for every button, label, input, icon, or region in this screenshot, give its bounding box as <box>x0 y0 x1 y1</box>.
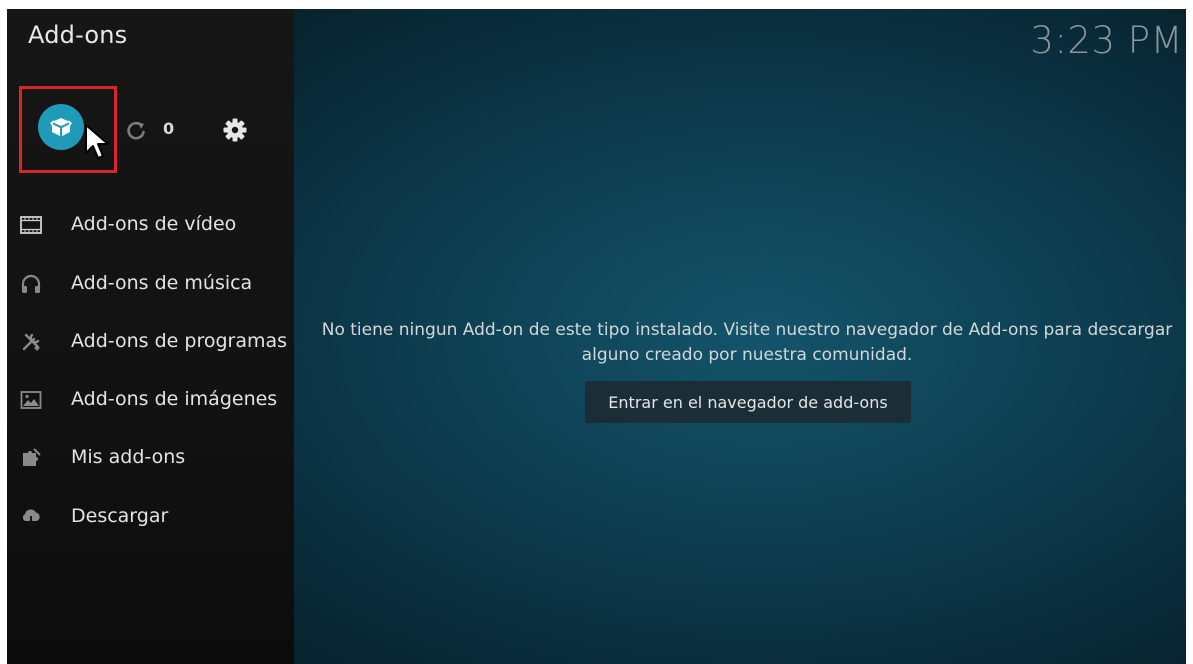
sidebar-item-label: Descargar <box>71 505 169 527</box>
kodi-addons-window: Add-ons 0 Add-ons de vídeo Add-ons de mú… <box>7 9 1186 664</box>
addon-package-button[interactable] <box>38 104 84 150</box>
sidebar-item-video-addons[interactable]: Add-ons de vídeo <box>7 205 294 245</box>
cloud-download-icon <box>22 509 40 528</box>
sidebar-item-label: Add-ons de música <box>71 272 253 294</box>
film-strip-icon <box>20 216 42 234</box>
open-box-icon <box>50 118 72 136</box>
page-title: Add-ons <box>28 21 128 49</box>
puzzle-icon <box>23 448 41 466</box>
empty-state-message: No tiene ningun Add-on de este tipo inst… <box>321 320 1173 365</box>
sidebar-item-my-addons[interactable]: Mis add-ons <box>7 438 294 478</box>
browse-addons-button[interactable]: Entrar en el navegador de add-ons <box>585 381 911 423</box>
clock: 3:23 PM <box>1030 19 1183 62</box>
update-count: 0 <box>163 119 175 138</box>
sidebar-item-label: Add-ons de programas <box>71 330 288 352</box>
sidebar-item-program-addons[interactable]: Add-ons de programas <box>7 322 294 362</box>
sidebar-item-music-addons[interactable]: Add-ons de música <box>7 264 294 304</box>
refresh-icon[interactable] <box>125 120 147 142</box>
sidebar-item-label: Mis add-ons <box>71 446 186 468</box>
mouse-cursor-icon <box>85 124 109 159</box>
gear-icon[interactable] <box>222 117 248 143</box>
sidebar-item-image-addons[interactable]: Add-ons de imágenes <box>7 380 294 420</box>
headphones-icon <box>21 274 41 293</box>
sidebar-item-download[interactable]: Descargar <box>7 497 294 537</box>
sidebar-item-label: Add-ons de imágenes <box>71 388 278 410</box>
tools-icon <box>22 333 40 351</box>
picture-icon <box>20 391 42 409</box>
sidebar: Add-ons 0 Add-ons de vídeo Add-ons de mú… <box>7 9 294 664</box>
sidebar-item-label: Add-ons de vídeo <box>71 213 237 235</box>
